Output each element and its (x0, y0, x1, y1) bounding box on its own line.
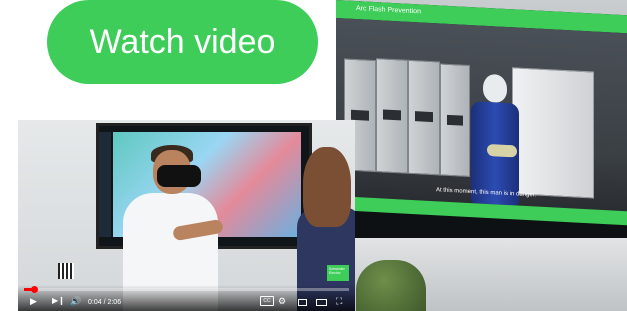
volume-icon[interactable]: 🔊 (70, 295, 81, 307)
play-icon[interactable]: ▶ (30, 295, 37, 307)
switchgear-cabinet (440, 63, 470, 178)
miniplayer-icon[interactable] (298, 299, 307, 306)
switchgear-cabinet (408, 59, 440, 176)
qr-code (58, 263, 74, 279)
theater-icon[interactable] (316, 299, 327, 306)
electrical-cabinet (512, 67, 594, 199)
time-display: 0:04 / 2:06 (88, 299, 122, 306)
worker-in-ppe (471, 73, 519, 206)
monitor-screen: Arc Flash Prevention At this moment, thi… (336, 0, 627, 254)
progress-bar[interactable] (24, 286, 349, 293)
settings-icon[interactable]: ⚙ (278, 295, 286, 307)
training-header-title: Arc Flash Prevention (356, 5, 421, 16)
switchgear-cabinet (376, 58, 408, 174)
watch-video-label: Watch video (89, 22, 276, 61)
plant-decoration (356, 260, 426, 311)
watch-video-button[interactable]: Watch video (47, 0, 318, 84)
next-icon[interactable]: ▶❙ (52, 295, 65, 307)
training-monitor-photo: Arc Flash Prevention At this moment, thi… (336, 0, 627, 311)
display-taskbar (99, 132, 111, 237)
brand-logo: Schneider Electric (327, 265, 349, 281)
captions-button[interactable]: CC (260, 296, 274, 306)
training-scene (336, 18, 627, 212)
video-player[interactable]: Schneider Electric ▶ ▶❙ 🔊 0:04 / 2:06 CC… (18, 120, 355, 311)
fullscreen-icon[interactable]: ⛶ (336, 295, 342, 307)
progress-scrubber[interactable] (30, 286, 38, 293)
